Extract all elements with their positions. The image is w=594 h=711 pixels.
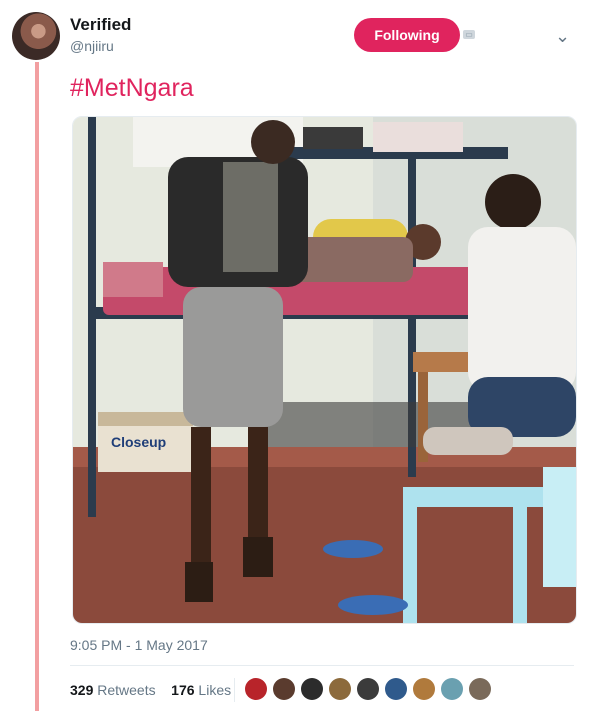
liker-avatars: [245, 678, 491, 700]
thread-line: [35, 62, 39, 711]
notification-icon: ▭: [463, 30, 475, 39]
liker-avatar-5[interactable]: [357, 678, 379, 700]
engagement-stats: 329 Retweets 176 Likes: [70, 682, 231, 698]
tweet-timestamp[interactable]: 9:05 PM - 1 May 2017: [70, 637, 208, 653]
closeup-box-label: Closeup: [111, 434, 166, 450]
liker-avatar-6[interactable]: [385, 678, 407, 700]
dorm-scene-image: Closeup: [73, 117, 576, 623]
divider: [70, 665, 574, 666]
display-name[interactable]: Verified: [70, 15, 131, 35]
stats-separator: [234, 678, 235, 702]
liker-avatar-1[interactable]: [245, 678, 267, 700]
liker-avatar-2[interactable]: [273, 678, 295, 700]
liker-avatar-3[interactable]: [301, 678, 323, 700]
liker-avatar-8[interactable]: [441, 678, 463, 700]
user-handle[interactable]: @njiiru: [70, 38, 114, 54]
like-count[interactable]: 176 Likes: [171, 682, 231, 698]
hashtag-link[interactable]: #MetNgara: [70, 74, 194, 103]
avatar[interactable]: [12, 12, 60, 60]
retweet-count[interactable]: 329 Retweets: [70, 682, 156, 698]
following-button[interactable]: Following: [354, 18, 460, 52]
tweet-photo[interactable]: Closeup: [72, 116, 577, 624]
chevron-down-icon[interactable]: ⌄: [555, 26, 570, 47]
liker-avatar-4[interactable]: [329, 678, 351, 700]
liker-avatar-7[interactable]: [413, 678, 435, 700]
liker-avatar-9[interactable]: [469, 678, 491, 700]
